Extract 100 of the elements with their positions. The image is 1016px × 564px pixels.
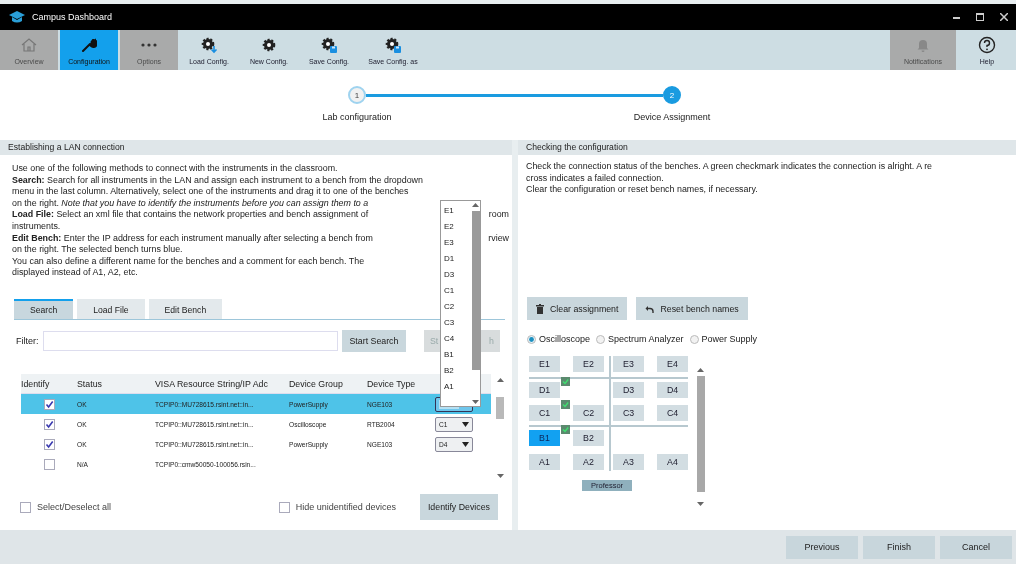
bench-button[interactable]: E1 — [529, 356, 560, 372]
undo-icon — [645, 304, 655, 313]
instruction-text: room — [488, 209, 509, 221]
identify-checkbox[interactable] — [43, 438, 55, 450]
bench-button[interactable]: C3 — [613, 405, 644, 421]
scroll-down-icon[interactable] — [697, 502, 704, 506]
instruction-text: rview — [488, 232, 509, 245]
panel-title: Establishing a LAN connection — [0, 140, 512, 155]
step-number: 2 — [663, 86, 681, 104]
instruction-text: Clear the configuration or reset bench names, if necessary. — [526, 184, 759, 196]
radio-label: Spectrum Analyzer — [608, 334, 684, 344]
bench-button[interactable]: B2 — [573, 430, 604, 446]
scrollbar-thumb[interactable] — [696, 376, 705, 492]
bench-button[interactable]: A1 — [529, 454, 560, 470]
dropdown-option[interactable]: B1 — [444, 347, 471, 363]
identify-devices-button[interactable]: Identify Devices — [419, 494, 498, 520]
identify-checkbox[interactable] — [43, 418, 55, 430]
scroll-up-icon[interactable] — [472, 203, 479, 207]
start-search-button[interactable]: Start Search — [341, 330, 407, 352]
wrench-icon — [81, 36, 97, 53]
dropdown-option[interactable]: E2 — [444, 219, 471, 235]
instruction-text: on the right. The selected bench turns blue. — [12, 244, 183, 256]
column-header: Device Type — [367, 378, 417, 389]
dropdown-option[interactable]: E3 — [444, 235, 471, 251]
gear-arrow-icon — [200, 35, 218, 54]
bench-button[interactable]: C4 — [657, 405, 688, 421]
instruction-text: Edit Bench: Enter the IP address for each instrument manually after selecting a bench from — [12, 232, 373, 245]
step-label: Device Assignment — [632, 112, 712, 122]
help-icon — [978, 35, 996, 54]
clear-assignment-button[interactable]: Clear assignment — [527, 297, 628, 320]
instruction-text: Load File: Select an xml file that contains the network properties and bench assignment of — [12, 209, 369, 221]
bench-button[interactable]: E2 — [573, 356, 604, 372]
dropdown-option[interactable]: C1 — [444, 283, 471, 299]
identify-checkbox[interactable] — [43, 458, 55, 470]
bench-button[interactable]: A4 — [657, 454, 688, 470]
radio-button[interactable] — [596, 334, 606, 344]
radio-button[interactable] — [527, 334, 536, 344]
dropdown-option[interactable]: C2 — [444, 299, 471, 315]
column-header: Status — [77, 378, 103, 389]
identify-checkbox[interactable] — [43, 398, 55, 410]
instruction-text: displayed instead of A1, A2, etc. — [12, 267, 138, 279]
bench-button[interactable]: D3 — [613, 382, 644, 398]
bench-button[interactable]: E4 — [657, 356, 688, 372]
instruction-text: menu in the last column. Alternatively, select one of the instruments and drag it to one of the benches — [12, 186, 409, 198]
step-number: 1 — [348, 86, 366, 104]
instruction-text: Search: Search for all instruments in the LAN and assign each instrument to a bench from the dropdown — [12, 174, 423, 187]
dropdown-option[interactable]: D3 — [444, 267, 471, 283]
tab[interactable]: Load File — [77, 299, 145, 319]
bench-button[interactable]: C2 — [573, 405, 604, 421]
dropdown-option[interactable]: E1 — [444, 203, 471, 219]
caret-icon — [462, 421, 469, 427]
filter-field[interactable] — [42, 331, 338, 351]
footer-button[interactable]: Previous — [786, 535, 858, 559]
bench-button[interactable]: E3 — [613, 356, 644, 372]
radio-label: Power Supply — [701, 334, 758, 344]
graduation-cap-icon — [8, 10, 26, 24]
minimize-icon[interactable] — [953, 15, 960, 19]
dropdown-option[interactable]: D1 — [444, 251, 471, 267]
instruction-text: instruments. — [12, 220, 61, 233]
bench-button[interactable]: B1 — [529, 430, 560, 446]
bench-button[interactable]: A3 — [613, 454, 644, 470]
bench-button[interactable]: C1 — [529, 405, 560, 421]
instruction-text: on the right. Note that you have to identify the instruments before you can assign them to a — [12, 197, 369, 210]
scrollbar-thumb[interactable] — [496, 397, 504, 419]
bench-button[interactable]: D1 — [529, 382, 560, 398]
panel-title: Checking the configuration — [518, 140, 1016, 155]
maximize-icon[interactable] — [976, 13, 984, 21]
caret-icon — [462, 441, 469, 447]
bench-button[interactable]: A2 — [573, 454, 604, 470]
instruction-text: Check the connection status of the benches. A green checkmark indicates the connection is alright. A re — [526, 161, 934, 173]
house-icon — [20, 36, 38, 53]
dropdown-option[interactable]: B2 — [444, 363, 471, 379]
scroll-down-icon[interactable] — [472, 400, 479, 404]
scroll-down-icon[interactable] — [496, 474, 504, 478]
footer-button[interactable]: Cancel — [940, 535, 1012, 559]
more-icon — [141, 42, 157, 47]
dropdown-option[interactable]: C4 — [444, 331, 471, 347]
radio-label: Oscilloscope — [539, 334, 591, 344]
tab[interactable]: Edit Bench — [148, 299, 223, 319]
checkbox-label: Hide unidentified devices — [295, 502, 396, 512]
trash-icon — [536, 303, 544, 314]
field-label: Filter: — [16, 336, 39, 346]
bench-button[interactable]: D4 — [657, 382, 688, 398]
dropdown-option[interactable]: C3 — [444, 315, 471, 331]
hide-unidentified-checkbox[interactable] — [278, 501, 290, 513]
tab[interactable]: Search — [14, 299, 74, 319]
select-all-checkbox[interactable] — [20, 501, 31, 513]
column-header: Device Group — [289, 378, 344, 389]
instruction-text: cross indicates a failed connection. — [526, 172, 665, 185]
column-header: VISA Resource String/IP Adc — [155, 378, 269, 389]
radio-button[interactable] — [689, 334, 699, 344]
reset-bench-names-button[interactable]: Reset bench names — [636, 297, 748, 320]
gear-floppy-icon — [384, 35, 402, 54]
scroll-up-icon[interactable] — [697, 368, 704, 372]
dropdown-option[interactable]: A1 — [444, 379, 471, 395]
scrollbar-thumb[interactable] — [471, 211, 480, 370]
close-icon[interactable] — [1000, 13, 1008, 21]
footer-button[interactable]: Finish — [863, 535, 935, 559]
gear-floppy-icon — [320, 35, 338, 54]
scroll-up-icon[interactable] — [496, 378, 504, 382]
